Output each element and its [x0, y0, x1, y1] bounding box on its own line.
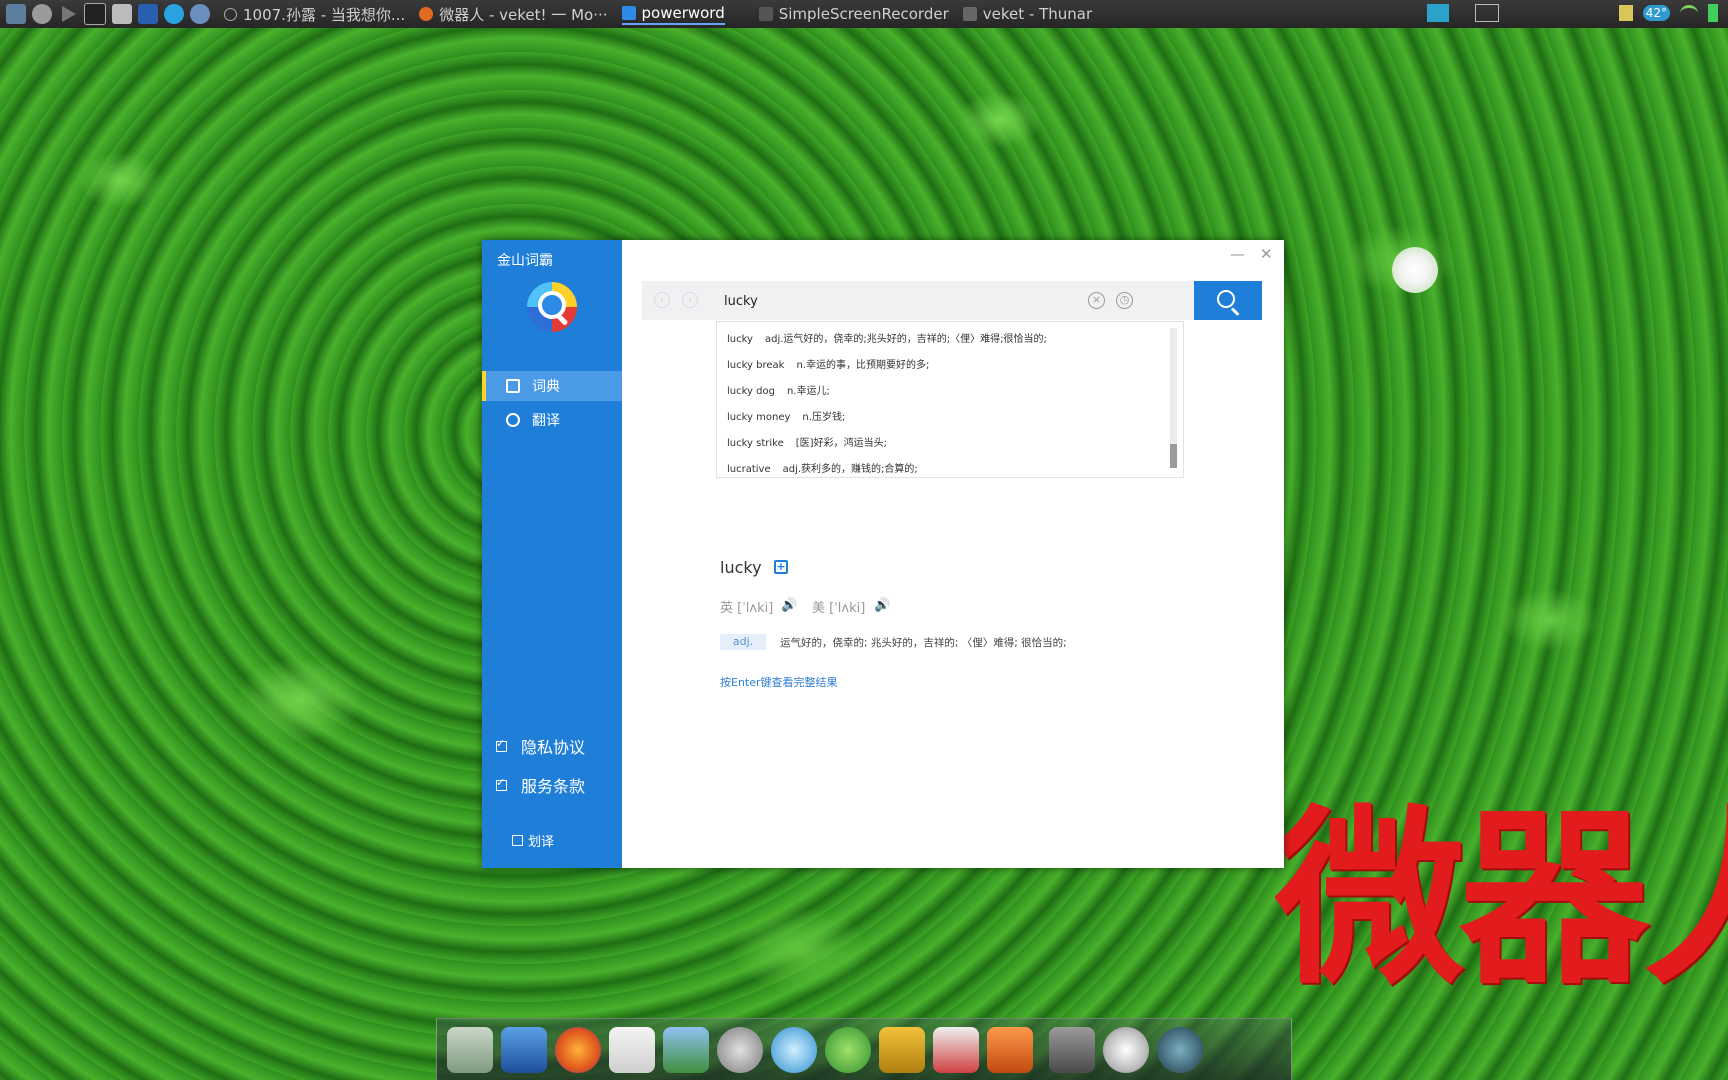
us-speaker-icon[interactable]: 🔊 [874, 598, 890, 613]
exit-door-icon[interactable] [879, 1027, 925, 1073]
sidebar: 金山词霸 词典 翻译 隐私协议 服务条款 划译 [482, 240, 622, 868]
terminal-icon[interactable] [84, 3, 106, 25]
suggestion-item[interactable]: lucky strike [医]好彩，鸿运当头; [727, 434, 887, 454]
image-viewer-icon[interactable] [663, 1027, 709, 1073]
add-to-wordbook-icon[interactable]: + [774, 560, 788, 574]
close-button[interactable]: ✕ [1260, 245, 1273, 263]
us-phonetic: 美 [ˈlʌki] [812, 601, 866, 616]
checkbox-icon [496, 776, 507, 791]
uk-phonetic: 英 [ˈlʌki] [720, 601, 774, 616]
clover-flower [1392, 247, 1438, 293]
task-label: 1007.孙露 - 当我想你... [243, 5, 406, 24]
wifi-icon[interactable] [1680, 4, 1698, 22]
suggestion-scrollbar[interactable] [1170, 328, 1177, 468]
powerword-icon [621, 5, 636, 20]
task-music-player[interactable]: 1007.孙露 - 当我想你... [224, 4, 405, 25]
desktop-switch-icon[interactable] [1474, 4, 1499, 22]
firefox-icon [419, 7, 434, 21]
suggestion-item[interactable]: lucky break n.幸运的事，比预期要好的多; [727, 356, 929, 376]
rocket-icon[interactable] [987, 1027, 1033, 1073]
history-icon[interactable]: ◷ [1116, 292, 1133, 309]
powerword-logo-icon [527, 282, 577, 332]
search-button[interactable] [1194, 281, 1262, 320]
network-icon[interactable] [771, 1027, 817, 1073]
uk-speaker-icon[interactable]: 🔊 [781, 598, 797, 613]
task-label: powerword [641, 3, 725, 22]
drive-icon[interactable] [1049, 1027, 1095, 1073]
privacy-agreement-check[interactable]: 隐私协议 [496, 734, 585, 758]
suggestion-item[interactable]: lucky adj.运气好的，侥幸的;兆头好的，吉祥的;〈俚〉难得;很恰当的; [727, 330, 1047, 350]
settings-gear-icon[interactable] [32, 4, 52, 24]
play-launcher-icon[interactable] [62, 6, 76, 22]
full-result-hint-link[interactable]: 按Enter键查看完整结果 [720, 674, 838, 690]
check-app-icon[interactable] [164, 4, 184, 24]
temperature-badge: 42° [1642, 5, 1670, 21]
desktop-icon[interactable] [447, 1027, 493, 1073]
checkbox-icon [512, 835, 523, 846]
nav-label: 翻译 [532, 413, 560, 429]
checkbox-icon [496, 737, 507, 752]
clear-search-icon[interactable]: × [1088, 292, 1105, 309]
app-title: 金山词霸 [497, 253, 553, 269]
translate-icon [506, 413, 520, 427]
back-button[interactable]: ‹ [654, 292, 670, 308]
firefox-icon[interactable] [555, 1027, 601, 1073]
top-panel: 1007.孙露 - 当我想你... 微器人 - veket! 一 Mo··· p… [0, 0, 1728, 28]
media-player-icon[interactable] [825, 1027, 871, 1073]
system-monitor-icon[interactable] [933, 1027, 979, 1073]
globe-icon[interactable] [1157, 1027, 1203, 1073]
watermark-text: 微器人 [1275, 795, 1728, 1005]
suggestion-item[interactable]: lucrative adj.获利多的，赚钱的;合算的; [727, 460, 918, 480]
powerword-window: 金山词霸 词典 翻译 隐私协议 服务条款 划译 — ✕ ‹ › [482, 240, 1284, 868]
suggestion-list: lucky adj.运气好的，侥幸的;兆头好的，吉祥的;〈俚〉难得;很恰当的; l… [716, 321, 1184, 478]
nav-label: 词典 [532, 379, 560, 395]
task-label: SimpleScreenRecorder [778, 5, 949, 23]
forward-button[interactable]: › [682, 292, 698, 308]
dictionary-icon [506, 379, 520, 393]
minimize-button[interactable]: — [1230, 245, 1245, 263]
part-of-speech-badge: adj. [720, 634, 766, 650]
result-definition: 运气好的，侥幸的; 兆头好的，吉祥的; 〈俚〉难得; 很恰当的; [780, 637, 1067, 649]
suggestion-item[interactable]: lucky money n.压岁钱; [727, 408, 845, 428]
parking-icon[interactable] [1618, 5, 1633, 21]
search-input[interactable] [722, 290, 1086, 312]
network-monitor-icon[interactable] [1426, 4, 1449, 22]
task-label: 微器人 - veket! 一 Mo··· [439, 5, 608, 24]
check-label: 隐私协议 [521, 738, 586, 757]
bottom-dock [436, 1018, 1292, 1080]
file-manager-icon[interactable] [112, 4, 132, 24]
folder-icon [962, 7, 977, 21]
text-editor-icon[interactable] [609, 1027, 655, 1073]
nav-dictionary[interactable]: 词典 [482, 371, 622, 401]
hover-translate-check[interactable]: 划译 [512, 831, 554, 850]
disc-icon[interactable] [717, 1027, 763, 1073]
task-thunar[interactable]: veket - Thunar [962, 5, 1093, 23]
task-label: veket - Thunar [982, 5, 1093, 23]
terms-of-service-check[interactable]: 服务条款 [496, 773, 585, 797]
scrollbar-thumb[interactable] [1170, 444, 1177, 468]
suggestion-item[interactable]: lucky dog n.幸运儿; [727, 382, 830, 402]
settings-gear-icon[interactable] [1103, 1027, 1149, 1073]
task-browser[interactable]: 微器人 - veket! 一 Mo··· [419, 4, 608, 25]
check-label: 服务条款 [521, 777, 586, 796]
nav-translate[interactable]: 翻译 [482, 405, 622, 435]
music-player-icon [224, 7, 237, 21]
result-word: lucky [720, 558, 762, 577]
globe-icon[interactable] [190, 4, 210, 24]
screenshot-icon[interactable] [138, 4, 158, 24]
check-label: 划译 [528, 835, 555, 850]
computer-icon[interactable] [501, 1027, 547, 1073]
task-screen-recorder[interactable]: SimpleScreenRecorder [758, 5, 949, 23]
search-icon [1217, 290, 1235, 308]
recorder-icon [758, 7, 773, 21]
task-powerword[interactable]: powerword [621, 3, 725, 25]
app-menu-icon[interactable] [6, 4, 26, 24]
battery-icon[interactable] [1708, 4, 1718, 22]
system-tray: 42° [1426, 4, 1718, 22]
search-bar: ‹ › × ◷ [642, 281, 1194, 320]
